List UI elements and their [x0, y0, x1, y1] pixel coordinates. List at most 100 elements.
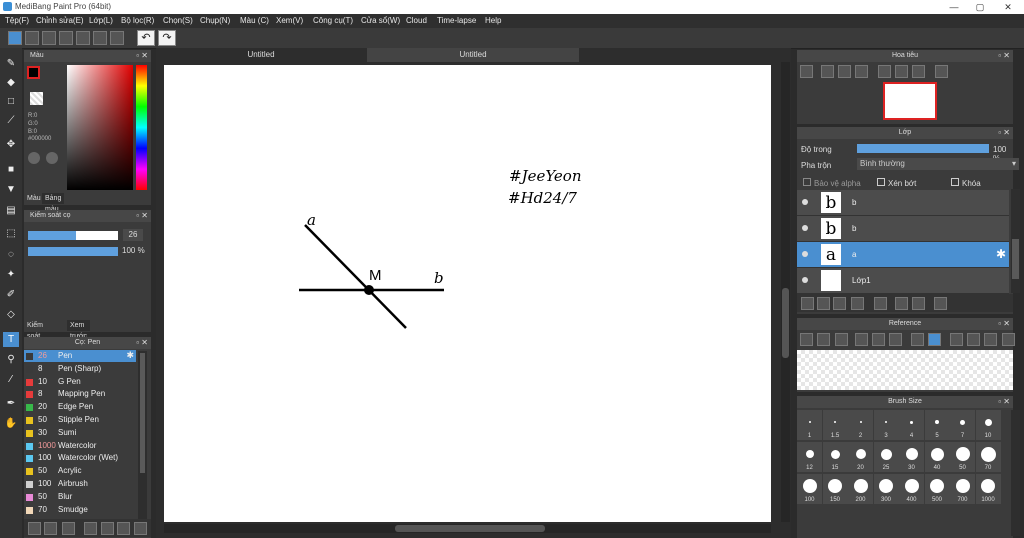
visibility-eye-icon[interactable] [802, 199, 808, 205]
fill-tool-icon[interactable]: ▼ [3, 182, 19, 197]
brush-cloud-icon[interactable] [28, 522, 41, 535]
palette-icon[interactable] [28, 152, 40, 164]
lock-checkbox[interactable]: Khóa [951, 178, 981, 188]
brush-size-scrollbar[interactable] [1011, 410, 1020, 536]
ref-zoom-in-icon[interactable] [855, 333, 868, 346]
layer-row[interactable]: bb [797, 190, 1009, 216]
menu-cloud[interactable]: Cloud [406, 16, 427, 25]
ref-rotate-right-icon[interactable] [984, 333, 997, 346]
color-saturation-field[interactable] [67, 65, 133, 190]
ref-eyedropper-icon[interactable] [911, 333, 924, 346]
close-button[interactable]: ✕ [996, 0, 1020, 14]
brush-item[interactable]: 50 Blur [24, 491, 136, 503]
brush-list-scrollbar[interactable] [138, 351, 147, 519]
lasso-icon[interactable]: ◌ [3, 247, 19, 262]
drawing-canvas[interactable]: a M b #JeeYeon #Hd24/7 [164, 65, 771, 522]
canvas-vertical-scrollbar[interactable] [781, 62, 790, 522]
brush-size-slider[interactable] [28, 231, 118, 240]
rotate-right-icon[interactable] [912, 65, 925, 78]
upload-icon[interactable] [25, 31, 39, 45]
brush-tool-icon[interactable]: ✎ [3, 56, 19, 71]
layer-menu-icon[interactable] [851, 297, 864, 310]
merge-layer-icon[interactable] [912, 297, 925, 310]
eyedropper-icon[interactable]: ⁄ [3, 372, 19, 387]
brush-size-option[interactable]: 15 [822, 442, 848, 472]
panel-close-icon[interactable]: ▫ ✕ [998, 127, 1010, 139]
brush-item[interactable]: 100 Airbrush [24, 478, 136, 490]
brush-size-option[interactable]: 2 [848, 410, 873, 440]
ref-hand-icon[interactable] [928, 333, 941, 346]
brush-item[interactable]: 100 Watercolor (Wet) [24, 452, 136, 464]
hand-tool-icon[interactable]: ✋ [3, 416, 19, 431]
operation-tool-icon[interactable]: ⚲ [3, 352, 19, 367]
layer-row[interactable]: bb [797, 216, 1009, 242]
menu-timelapse[interactable]: Time-lapse [437, 16, 476, 25]
brush-size-option[interactable]: 400 [899, 474, 924, 504]
new-layer-icon[interactable] [801, 297, 814, 310]
ref-flip-icon[interactable] [1002, 333, 1015, 346]
brush-size-option[interactable]: 500 [924, 474, 950, 504]
brush-size-option[interactable]: 12 [797, 442, 822, 472]
brush-folder-icon[interactable] [101, 522, 114, 535]
layer-opacity-slider[interactable] [857, 144, 989, 153]
ref-close-icon[interactable] [835, 333, 848, 346]
layer-row[interactable]: Lớp1 [797, 268, 1009, 294]
brush-size-option[interactable]: 1000 [975, 474, 1001, 504]
delete-layer-icon[interactable] [934, 297, 947, 310]
doc-tab-1[interactable]: Untitled [156, 48, 366, 62]
brush-item[interactable]: 26 Pen ✱ [24, 350, 136, 362]
grid-icon[interactable] [110, 31, 124, 45]
ref-reset-icon[interactable] [967, 333, 980, 346]
brush-item[interactable]: 50 Acrylic [24, 465, 136, 477]
rotate-left-icon[interactable] [878, 65, 891, 78]
undo-icon[interactable]: ↶ [137, 30, 155, 46]
brush-size-option[interactable]: 3 [873, 410, 899, 440]
line-tool-icon[interactable]: ⟋ [3, 113, 19, 128]
tab-brush-control[interactable]: Kiểm soát cọ [24, 320, 46, 351]
menu-filter[interactable]: Bộ lọc(R) [121, 16, 154, 25]
brush-item[interactable]: 1000 Watercolor [24, 440, 136, 452]
doc-tab-2[interactable]: Untitled [367, 48, 579, 62]
brush-size-option[interactable]: 30 [899, 442, 924, 472]
select-rect-icon[interactable]: ⬚ [3, 226, 19, 241]
panel-close-icon[interactable]: ▫ ✕ [998, 396, 1010, 408]
tab-brush-preview[interactable]: Xem trước cọ [67, 320, 91, 351]
gear-icon[interactable]: ✱ [126, 350, 134, 361]
ref-folder-icon[interactable] [817, 333, 830, 346]
brush-item[interactable]: 10 G Pen [24, 376, 136, 388]
menu-window[interactable]: Cửa sổ(W) [361, 16, 400, 25]
transparent-color-swatch[interactable] [30, 92, 43, 105]
visibility-eye-icon[interactable] [802, 225, 808, 231]
brush-size-option[interactable]: 7 [950, 410, 975, 440]
flip-icon[interactable] [935, 65, 948, 78]
ref-fit-icon[interactable] [872, 333, 885, 346]
minimize-button[interactable]: — [942, 0, 966, 14]
list-icon[interactable] [93, 31, 107, 45]
ref-open-icon[interactable] [800, 333, 813, 346]
menu-file[interactable]: Tệp(F) [5, 16, 29, 25]
reset-rotation-icon[interactable] [895, 65, 908, 78]
brush-opacity-slider[interactable] [28, 247, 118, 256]
brush-add-icon[interactable] [44, 522, 57, 535]
gradient-tool-icon[interactable]: ▤ [3, 203, 19, 218]
comment-icon[interactable] [42, 31, 56, 45]
panel-close-icon[interactable]: ▫ ✕ [136, 50, 148, 62]
menu-capture[interactable]: Chụp(N) [200, 16, 230, 25]
ref-zoom-out-icon[interactable] [889, 333, 902, 346]
maximize-button[interactable]: ▢ [968, 0, 992, 14]
brush-size-option[interactable]: 40 [924, 442, 950, 472]
foreground-color-swatch[interactable] [27, 66, 40, 79]
menu-color[interactable]: Màu (C) [240, 16, 269, 25]
layer-folder-icon[interactable] [874, 297, 887, 310]
color-picker-icon[interactable] [46, 152, 58, 164]
brush-size-option[interactable]: 1.5 [822, 410, 848, 440]
clipping-checkbox[interactable]: Xén bớt [877, 178, 916, 188]
brush-size-option[interactable]: 200 [848, 474, 873, 504]
brush-copy-icon[interactable] [117, 522, 130, 535]
magic-wand-icon[interactable]: ✦ [3, 267, 19, 282]
menu-edit[interactable]: Chỉnh sửa(E) [36, 16, 84, 25]
brush-item[interactable]: 20 Edge Pen [24, 401, 136, 413]
navigator-preview[interactable] [883, 82, 937, 120]
brush-item[interactable]: 70 Smudge [24, 504, 136, 516]
select-pen-icon[interactable]: ✐ [3, 287, 19, 302]
